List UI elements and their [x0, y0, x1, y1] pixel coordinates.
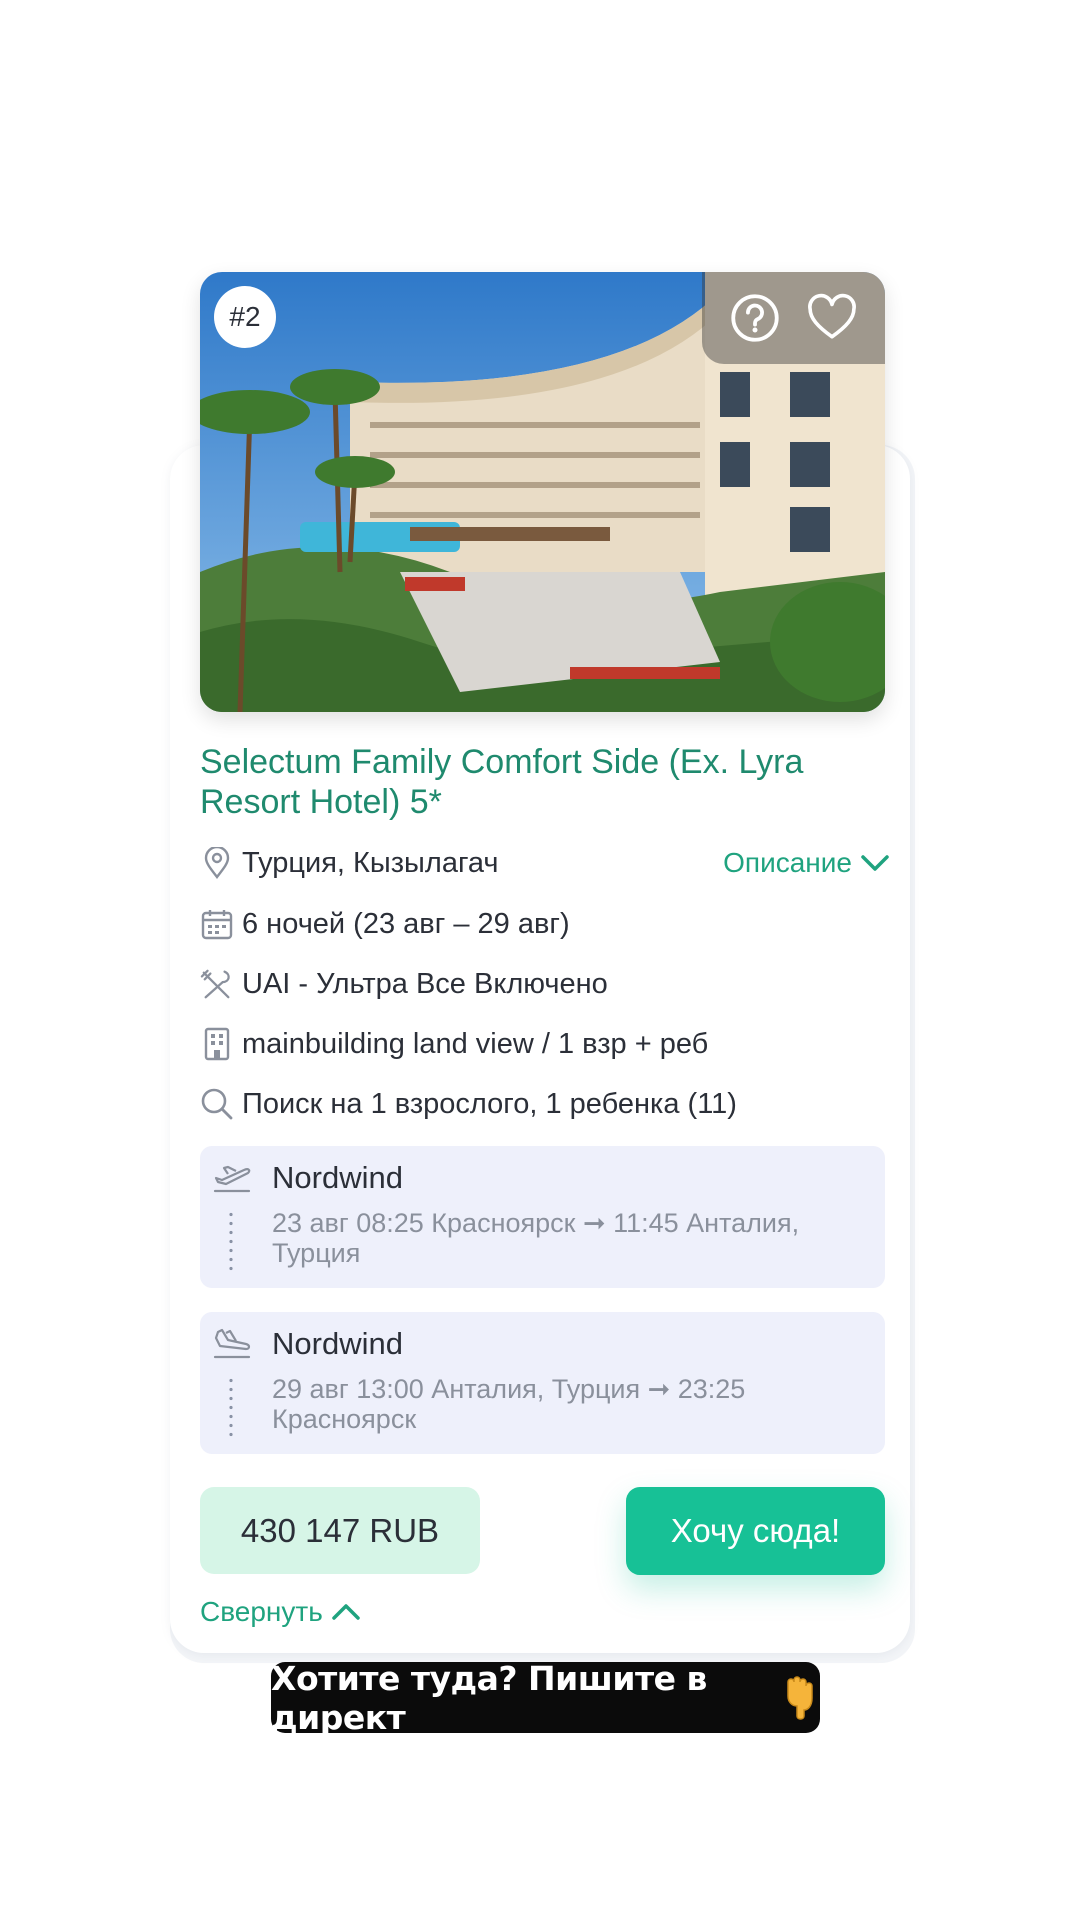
chevron-down-icon [861, 855, 889, 871]
flight-return[interactable]: Nordwind 29 авг 13:00 Анталия, Турция ➞ … [200, 1312, 885, 1454]
collapse-label: Свернуть [200, 1596, 323, 1627]
plane-arrival-icon [212, 1326, 252, 1360]
search-row: Поиск на 1 взрослого, 1 ребенка (11) [200, 1084, 890, 1124]
hotel-photo[interactable]: #2 [200, 272, 885, 712]
building-icon [200, 1027, 234, 1061]
want-here-button[interactable]: Хочу сюда! [626, 1487, 885, 1575]
caption-text: Хотите туда? Пишите в директ [271, 1658, 707, 1737]
pointing-down-hand-icon [780, 1675, 820, 1720]
flight-airline: Nordwind [272, 1160, 403, 1195]
room-row: mainbuilding land view / 1 взр + реб [200, 1024, 890, 1064]
nights-row: 6 ночей (23 авг – 29 авг) [200, 904, 890, 944]
location-text: Турция, Кызылагач [242, 846, 499, 879]
chevron-up-icon [332, 1604, 360, 1620]
meal-row: UAI - Ультра Все Включено [200, 964, 890, 1004]
photo-actions [702, 272, 885, 364]
price-badge: 430 147 RUB [200, 1487, 480, 1574]
description-label: Описание [723, 847, 852, 878]
flight-route: 29 авг 13:00 Анталия, Турция ➞ 23:25 Кра… [272, 1374, 746, 1434]
calendar-icon [200, 907, 234, 941]
hotel-title[interactable]: Selectum Family Comfort Side (Ex. Lyra R… [200, 742, 860, 822]
story-caption: Хотите туда? Пишите в директ [271, 1659, 820, 1737]
plane-departure-icon [212, 1160, 252, 1194]
search-text: Поиск на 1 взрослого, 1 ребенка (11) [242, 1087, 737, 1120]
timeline-dots [229, 1376, 233, 1438]
description-link[interactable]: Описание [723, 843, 890, 883]
fork-knife-icon [200, 967, 234, 1001]
flight-route: 23 авг 08:25 Красноярск ➞ 11:45 Анталия,… [272, 1208, 800, 1268]
room-text: mainbuilding land view / 1 взр + реб [242, 1027, 709, 1060]
rank-badge: #2 [214, 286, 276, 348]
collapse-link[interactable]: Свернуть [200, 1595, 361, 1629]
search-icon [200, 1087, 234, 1121]
meal-text: UAI - Ультра Все Включено [242, 967, 608, 1000]
location-pin-icon [200, 846, 234, 880]
nights-text: 6 ночей (23 авг – 29 авг) [242, 907, 570, 940]
location-row: Турция, Кызылагач Описание [200, 843, 890, 883]
question-icon[interactable] [730, 293, 780, 343]
flight-airline: Nordwind [272, 1326, 403, 1361]
flight-outbound[interactable]: Nordwind 23 авг 08:25 Красноярск ➞ 11:45… [200, 1146, 885, 1288]
timeline-dots [229, 1210, 233, 1272]
heart-icon[interactable] [807, 293, 857, 343]
